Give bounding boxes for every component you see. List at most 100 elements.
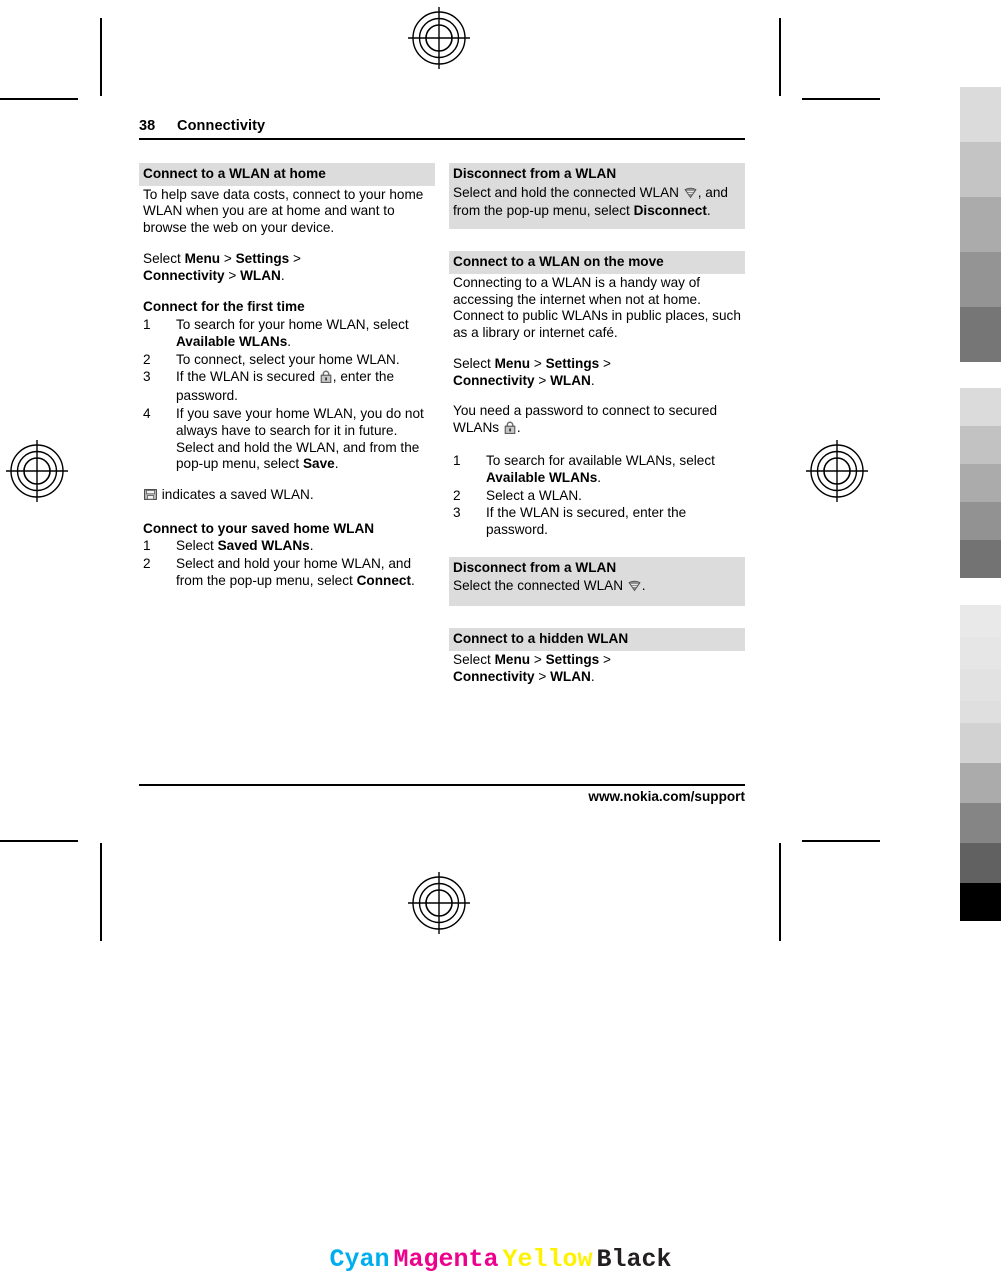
- calibration-swatch: [960, 669, 1001, 701]
- crop-mark-bottom-left-vertical: [100, 843, 102, 941]
- path-prefix: Select: [453, 355, 495, 371]
- calibration-swatch: [960, 843, 1001, 883]
- steps-on-the-move: 1 To search for available WLANs, select …: [449, 453, 745, 539]
- cmyk-label-magenta: Magenta: [393, 1245, 499, 1274]
- step-text: Select a WLAN.: [486, 487, 582, 503]
- list-item: 1 Select Saved WLANs.: [143, 538, 435, 555]
- left-column: Connect to a WLAN at home To help save d…: [139, 163, 435, 685]
- footer-rule: [139, 784, 745, 786]
- path-settings: Settings: [545, 355, 600, 371]
- calibration-swatch: [960, 883, 1001, 921]
- step-text-before: To search for your home WLAN, select: [176, 317, 409, 333]
- calibration-swatch: [960, 87, 1001, 142]
- registration-mark-left: [6, 440, 68, 502]
- path-separator: >: [530, 651, 546, 667]
- path-separator: >: [289, 250, 301, 266]
- steps-first-time: 1 To search for your home WLAN, select A…: [139, 317, 435, 473]
- menu-path-hidden: Select Menu > Settings > Connectivity > …: [449, 652, 745, 686]
- running-head: 38 Connectivity: [139, 118, 745, 138]
- calibration-swatch: [960, 426, 1001, 464]
- step-text-after: .: [287, 333, 292, 349]
- footer-support-url: www.nokia.com/support: [588, 789, 745, 804]
- calibration-swatch: [960, 307, 1001, 362]
- path-period: .: [590, 668, 595, 684]
- crop-mark-bottom-right-vertical: [779, 843, 781, 941]
- calibration-swatch: [960, 252, 1001, 307]
- path-period: .: [590, 372, 595, 388]
- path-wlan: WLAN: [550, 668, 591, 684]
- step-text: If the WLAN is secured, enter the passwo…: [486, 505, 687, 538]
- step-text-after: .: [410, 573, 415, 589]
- menu-path-home: Select Menu > Settings > Connectivity > …: [139, 251, 435, 285]
- list-item: 2 Select a WLAN.: [453, 488, 745, 505]
- step-text-before: If you save your home WLAN, you do not a…: [176, 405, 424, 472]
- heading-connect-first-time: Connect for the first time: [143, 299, 305, 315]
- step-number: 1: [453, 452, 461, 468]
- heading-connect-wlan-at-home: Connect to a WLAN at home: [139, 163, 435, 186]
- step-number: 2: [143, 351, 151, 367]
- intro-paragraph-home: To help save data costs, connect to your…: [143, 186, 424, 236]
- path-separator: >: [530, 355, 546, 371]
- step-number: 2: [453, 487, 461, 503]
- path-settings: Settings: [545, 651, 600, 667]
- two-column-layout: Connect to a WLAN at home To help save d…: [139, 163, 745, 685]
- path-connectivity: Connectivity: [143, 267, 225, 283]
- saved-wlan-icon: [144, 488, 157, 506]
- calibration-swatch: [960, 388, 1001, 426]
- calibration-swatch: [960, 197, 1001, 252]
- text-after: .: [706, 203, 711, 219]
- path-menu: Menu: [494, 651, 531, 667]
- path-separator: >: [599, 355, 611, 371]
- registration-mark-bottom: [408, 872, 470, 934]
- step-number: 1: [143, 538, 151, 554]
- heading-connect-saved-home-wlan: Connect to your saved home WLAN: [143, 520, 375, 536]
- path-period: .: [280, 267, 285, 283]
- heading-disconnect-from-wlan-2: Disconnect from a WLAN: [453, 559, 617, 575]
- calibration-swatch: [960, 605, 1001, 637]
- step-text-before: If the WLAN is secured: [176, 369, 319, 385]
- password-note: You need a password to connect to secure…: [449, 403, 745, 439]
- callout-disconnect-wlan-2: Disconnect from a WLAN Select the connec…: [449, 556, 745, 607]
- wlan-signal-icon: [684, 186, 697, 204]
- manual-page: 38 Connectivity Connect to a WLAN at hom…: [139, 118, 745, 818]
- callout-disconnect-wlan-1: Disconnect from a WLAN Select and hold t…: [449, 163, 745, 230]
- disconnect-wlan-2-text: Select the connected WLAN .: [453, 578, 741, 597]
- calibration-swatch: [960, 637, 1001, 669]
- steps-saved-home: 1 Select Saved WLANs. 2 Select and hold …: [139, 538, 435, 589]
- path-menu: Menu: [184, 250, 221, 266]
- crop-mark-top-left-horizontal: [0, 98, 78, 100]
- calibration-swatch: [960, 763, 1001, 803]
- step-number: 3: [453, 505, 461, 521]
- step-text-before: To search for available WLANs, select: [486, 452, 715, 468]
- step-text-after: .: [597, 469, 602, 485]
- step-text-bold: Available WLANs: [176, 333, 288, 349]
- page-number: 38: [139, 118, 156, 134]
- list-item: 2 Select and hold your home WLAN, and fr…: [143, 556, 435, 590]
- step-number: 4: [143, 405, 151, 421]
- list-item: 2 To connect, select your home WLAN.: [143, 352, 435, 369]
- path-wlan: WLAN: [240, 267, 281, 283]
- step-text: If the WLAN is secured , enter the passw…: [176, 369, 435, 405]
- step-text: Select Saved WLANs.: [176, 538, 435, 555]
- calibration-swatch: [960, 142, 1001, 197]
- path-settings: Settings: [235, 250, 290, 266]
- list-item: 3 If the WLAN is secured, enter the pass…: [453, 505, 745, 539]
- path-wlan: WLAN: [550, 372, 591, 388]
- cmyk-label-cyan: Cyan: [329, 1245, 390, 1274]
- registration-mark-top: [408, 7, 470, 69]
- step-text-after: .: [334, 456, 339, 472]
- saved-wlan-note-text: indicates a saved WLAN.: [158, 487, 314, 503]
- step-number: 1: [143, 317, 151, 333]
- path-connectivity: Connectivity: [453, 372, 535, 388]
- crop-mark-top-left-vertical: [100, 18, 102, 96]
- calibration-strip-group-1: [960, 87, 1001, 362]
- list-item: 1 To search for your home WLAN, select A…: [143, 317, 435, 351]
- heading-connect-hidden-wlan: Connect to a hidden WLAN: [449, 628, 745, 651]
- calibration-swatch: [960, 464, 1001, 502]
- chapter-title: Connectivity: [177, 118, 266, 134]
- menu-path-on-the-move: Select Menu > Settings > Connectivity > …: [449, 356, 745, 390]
- cmyk-label-black: Black: [596, 1245, 672, 1274]
- path-connectivity: Connectivity: [453, 668, 535, 684]
- crop-mark-top-right-horizontal: [802, 98, 880, 100]
- list-item: 4 If you save your home WLAN, you do not…: [143, 406, 435, 473]
